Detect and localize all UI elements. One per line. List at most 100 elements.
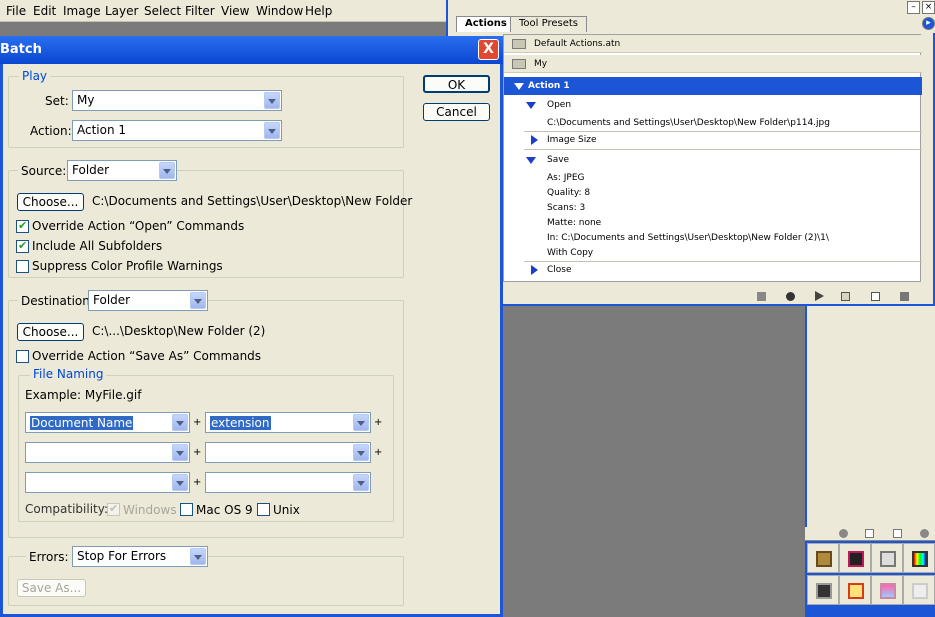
destination-label: Destination: — [18, 294, 97, 308]
delete-style-icon[interactable] — [920, 529, 929, 538]
menu-layer[interactable]: Layer — [105, 4, 138, 18]
errors-label: Errors: — [26, 550, 72, 564]
minimize-icon[interactable]: – — [907, 1, 920, 14]
include-subfolders-checkbox[interactable] — [16, 239, 29, 253]
menu-select[interactable]: Select — [144, 4, 181, 18]
step-save[interactable]: Save — [504, 151, 922, 169]
plus-sign: + — [374, 447, 383, 458]
menu-bar: File Edit Image Layer Select Filter View… — [0, 0, 446, 22]
step-label: Close — [547, 265, 572, 275]
save-as-button[interactable]: Save As... — [17, 579, 86, 597]
style-swatch[interactable] — [807, 575, 839, 605]
naming-field-3[interactable] — [25, 442, 190, 463]
chevron-down-icon[interactable] — [526, 102, 536, 109]
dialog-titlebar: Batch — [0, 36, 503, 64]
source-dropdown[interactable]: Folder — [67, 160, 177, 181]
menu-window[interactable]: Window — [256, 4, 303, 18]
new-action-icon[interactable] — [871, 292, 880, 301]
naming-field-5[interactable] — [25, 472, 190, 493]
new-set-icon[interactable] — [841, 292, 850, 301]
tab-tool-presets[interactable]: Tool Presets — [510, 16, 587, 32]
chevron-down-icon[interactable] — [159, 162, 175, 179]
step-detail-text: C:\Documents and Settings\User\Desktop\N… — [547, 118, 830, 128]
dialog-title: Batch — [0, 42, 42, 57]
chevron-down-icon[interactable] — [172, 414, 188, 431]
panel-menu-icon[interactable]: ▸ — [922, 17, 935, 30]
chevron-down-icon[interactable] — [264, 92, 280, 109]
style-swatch[interactable] — [903, 575, 935, 605]
unix-checkbox[interactable] — [257, 503, 270, 516]
style-swatch[interactable] — [871, 575, 903, 605]
macos9-label: Mac OS 9 — [196, 503, 253, 517]
suppress-warnings-checkbox[interactable] — [16, 260, 29, 273]
clear-style-icon[interactable] — [839, 529, 848, 538]
chevron-down-icon[interactable] — [526, 157, 536, 164]
menu-filter[interactable]: Filter — [185, 4, 215, 18]
menu-file[interactable]: File — [6, 4, 26, 18]
step-close[interactable]: Close — [504, 261, 922, 279]
ok-button[interactable]: OK — [423, 75, 490, 93]
chevron-down-icon[interactable] — [172, 474, 188, 491]
page-icon[interactable] — [893, 529, 902, 538]
plus-sign: + — [374, 417, 383, 428]
style-swatch[interactable] — [807, 543, 839, 573]
style-swatch[interactable] — [903, 543, 935, 573]
stop-icon[interactable] — [757, 292, 766, 301]
set-dropdown[interactable]: My — [72, 90, 282, 111]
chevron-right-icon[interactable] — [531, 135, 538, 145]
play-legend: Play — [19, 69, 51, 83]
override-save-checkbox[interactable] — [16, 350, 29, 363]
destination-choose-button[interactable]: Choose... — [17, 323, 84, 341]
override-save-label: Override Action “Save As” Commands — [32, 349, 262, 363]
cancel-button[interactable]: Cancel — [423, 103, 490, 121]
trash-icon[interactable] — [900, 292, 909, 301]
chevron-down-icon[interactable] — [172, 444, 188, 461]
chevron-down-icon[interactable] — [190, 548, 206, 565]
chevron-down-icon[interactable] — [264, 122, 280, 139]
menu-view[interactable]: View — [221, 4, 249, 18]
menu-image[interactable]: Image — [63, 4, 101, 18]
menu-help[interactable]: Help — [305, 4, 332, 18]
tab-actions[interactable]: Actions — [456, 16, 516, 32]
step-image-size[interactable]: Image Size — [504, 131, 922, 149]
macos9-checkbox[interactable] — [180, 503, 193, 516]
action-item-action1[interactable]: Action 1 — [504, 77, 922, 95]
close-button[interactable]: X — [478, 39, 499, 60]
play-icon[interactable] — [815, 291, 824, 301]
override-open-label: Override Action “Open” Commands — [32, 219, 245, 233]
naming-field-6[interactable] — [205, 472, 371, 493]
style-swatch[interactable] — [839, 575, 871, 605]
source-choose-button[interactable]: Choose... — [17, 193, 84, 211]
chevron-down-icon[interactable] — [353, 474, 369, 491]
unix-label: Unix — [273, 503, 300, 517]
windows-checkbox[interactable] — [107, 502, 120, 516]
action-label: Action 1 — [528, 81, 570, 91]
chevron-down-icon[interactable] — [190, 292, 206, 309]
close-panel-icon[interactable]: × — [922, 1, 935, 14]
action-set-my[interactable]: My — [504, 55, 922, 73]
errors-dropdown[interactable]: Stop For Errors — [72, 546, 208, 567]
menu-edit[interactable]: Edit — [33, 4, 56, 18]
chevron-down-icon[interactable] — [353, 414, 369, 431]
plus-sign: + — [193, 477, 202, 488]
chevron-right-icon[interactable] — [531, 265, 538, 275]
include-subfolders-label: Include All Subfolders — [32, 239, 163, 253]
set-label: Default Actions.atn — [534, 39, 621, 49]
step-open[interactable]: Open — [504, 96, 922, 114]
naming-field-1[interactable]: Document Name — [25, 412, 190, 433]
record-icon[interactable] — [786, 292, 795, 301]
action-dropdown[interactable]: Action 1 — [72, 120, 282, 141]
divider — [524, 149, 922, 150]
action-set-default[interactable]: Default Actions.atn — [504, 35, 922, 53]
style-swatch[interactable] — [871, 543, 903, 573]
chevron-down-icon[interactable] — [353, 444, 369, 461]
chevron-down-icon[interactable] — [514, 83, 524, 90]
naming-field-2[interactable]: extension — [205, 412, 371, 433]
destination-dropdown[interactable]: Folder — [88, 290, 208, 311]
new-style-icon[interactable] — [865, 529, 874, 538]
override-open-checkbox[interactable] — [16, 219, 29, 233]
plus-sign: + — [193, 417, 202, 428]
style-swatch[interactable] — [839, 543, 871, 573]
suppress-warnings-label: Suppress Color Profile Warnings — [32, 259, 223, 273]
naming-field-4[interactable] — [205, 442, 371, 463]
